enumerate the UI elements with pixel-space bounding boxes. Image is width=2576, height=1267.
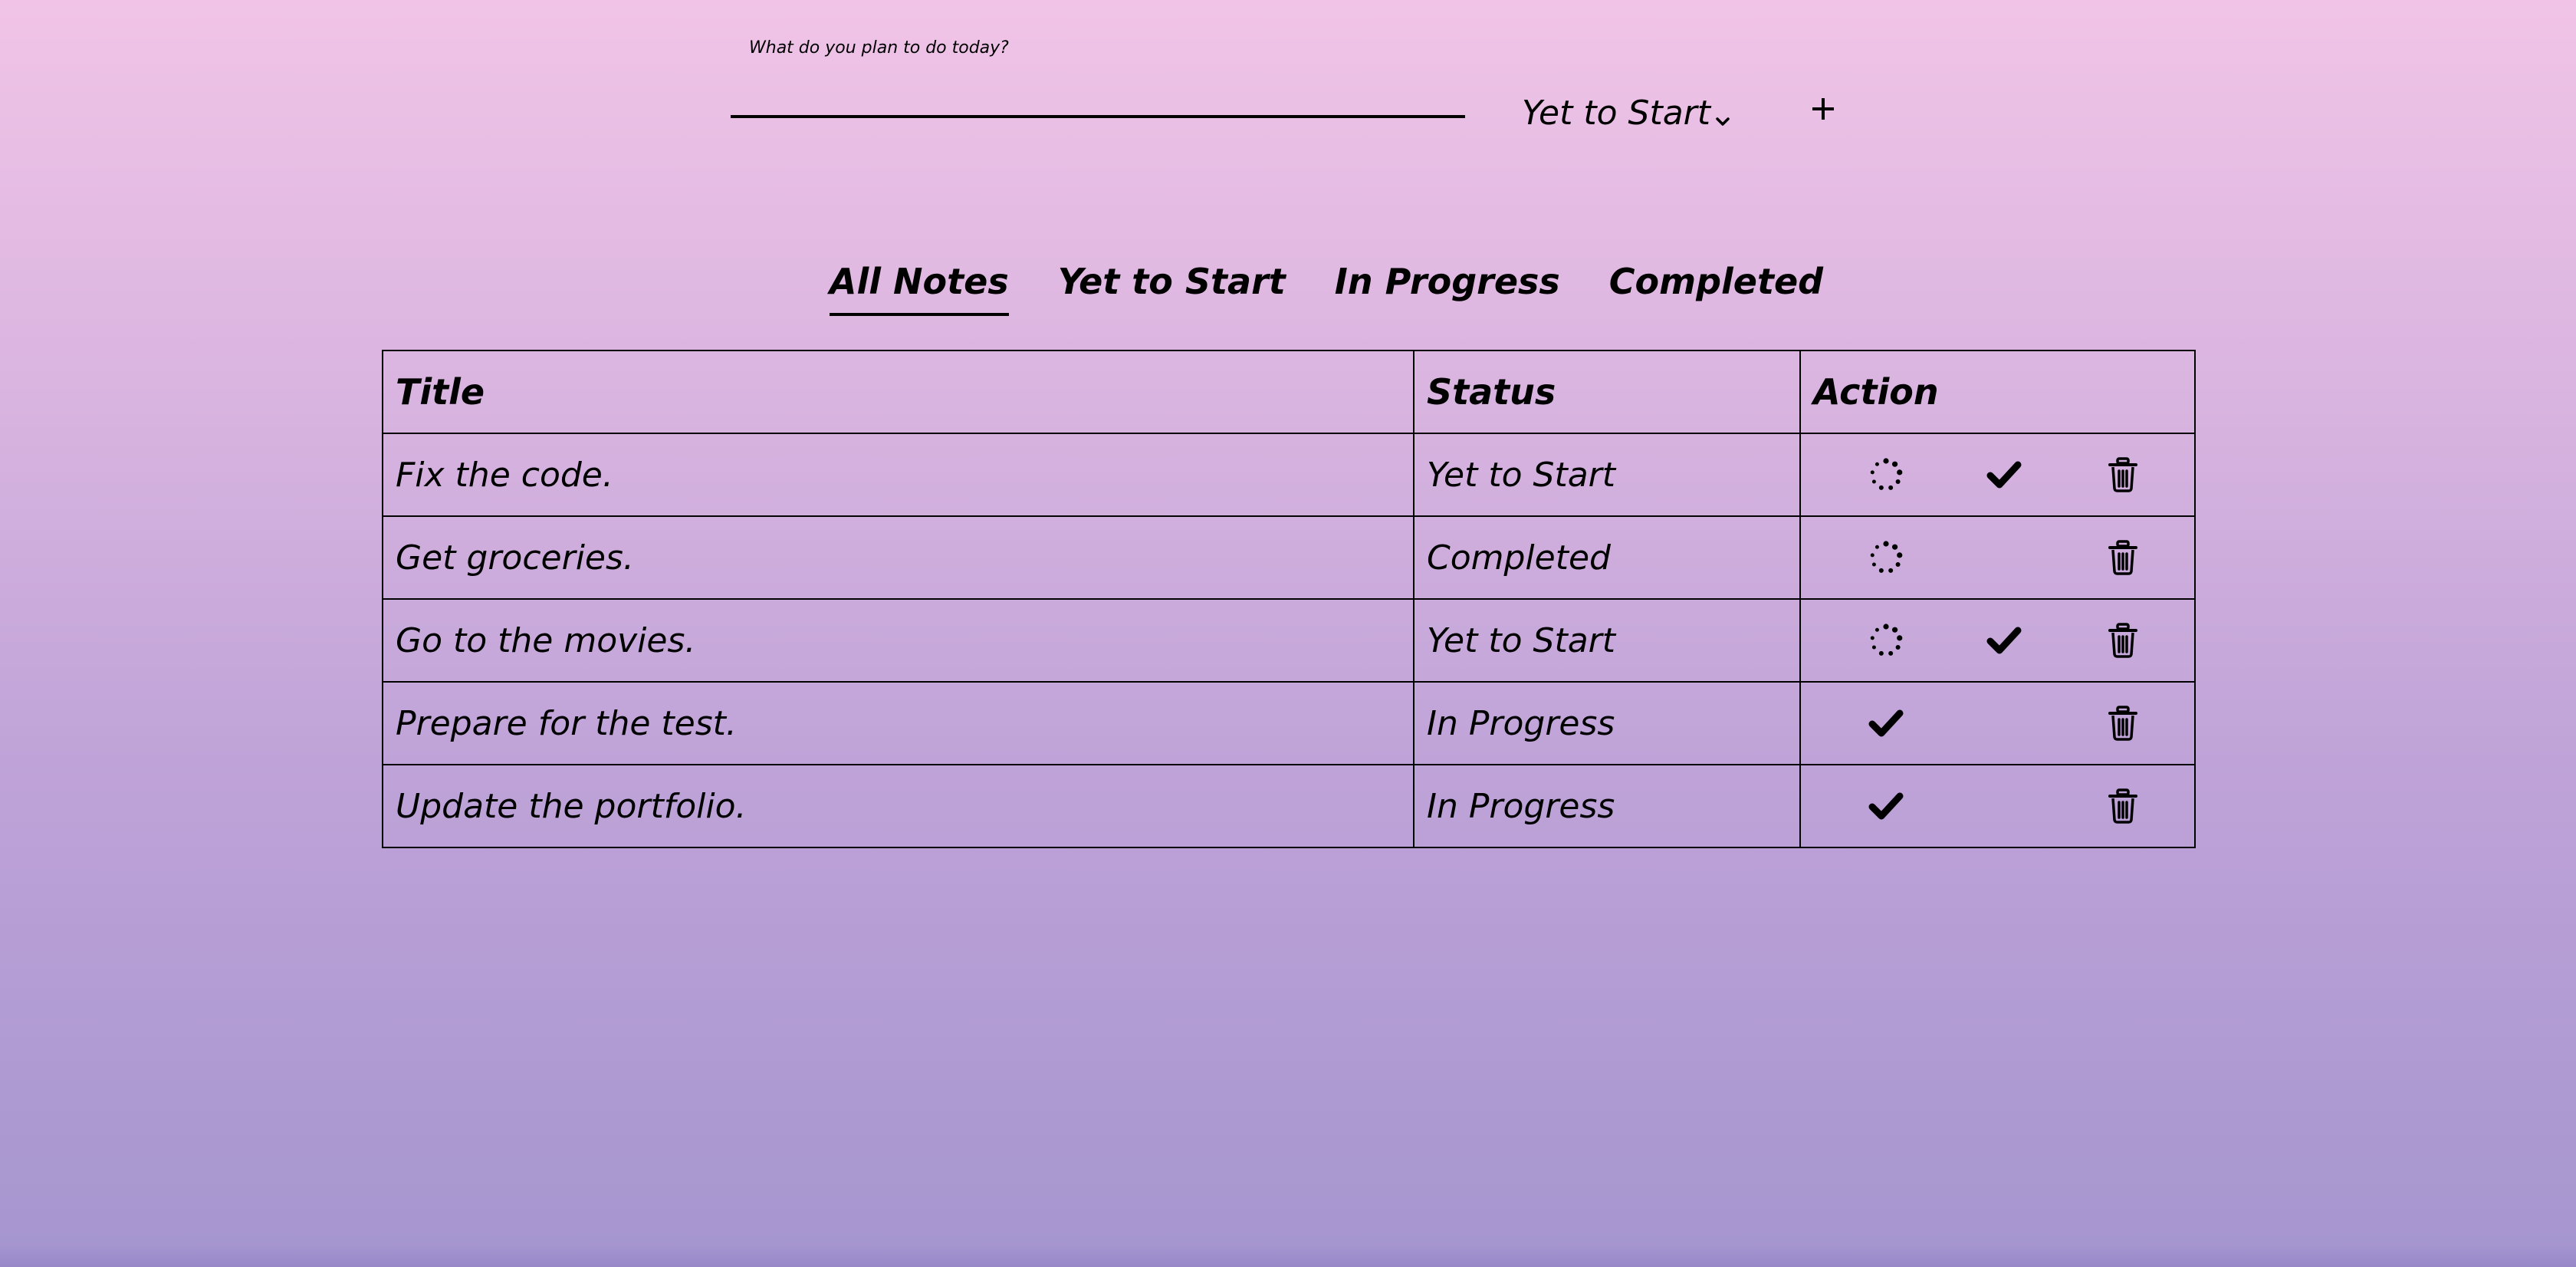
action-slot: [1827, 448, 1945, 502]
note-title-cell: Get groceries.: [382, 515, 1414, 600]
action-slot: [1827, 779, 1945, 833]
filter-tabs: All Notes Yet to Start In Progress Compl…: [0, 261, 2576, 316]
note-actions-cell: [1799, 515, 2196, 600]
notes-table-body: Fix the code. Yet to Start Get groceries. C…: [382, 433, 2196, 848]
in-progress-icon: [1868, 539, 1904, 576]
note-status-cell: Yet to Start: [1413, 433, 1801, 517]
trash-icon: [2108, 540, 2138, 575]
mark-in-progress-button[interactable]: [1863, 452, 1909, 498]
check-icon: [1868, 791, 1904, 821]
delete-note-button[interactable]: [2100, 452, 2146, 498]
status-dropdown-value: Yet to Start: [1522, 94, 1710, 133]
action-slot: [1945, 448, 2063, 502]
note-title-cell: Update the portfolio.: [382, 764, 1414, 848]
in-progress-icon: [1868, 456, 1904, 493]
trash-icon: [2108, 623, 2138, 658]
add-note-form: What do you plan to do today? Yet to Sta…: [731, 0, 1842, 146]
note-actions-cell: [1799, 433, 2196, 517]
table-row: Prepare for the test. In Progress: [382, 681, 2196, 765]
table-row: Go to the movies. Yet to Start: [382, 598, 2196, 683]
note-title-cell: Prepare for the test.: [382, 681, 1414, 765]
table-row: Update the portfolio. In Progress: [382, 764, 2196, 848]
note-input-label: What do you plan to do today?: [749, 38, 1009, 58]
trash-icon: [2108, 788, 2138, 824]
action-slot: [2064, 779, 2182, 833]
note-status-cell: In Progress: [1413, 764, 1801, 848]
note-actions-cell: [1799, 598, 2196, 683]
title-column-header: Title: [382, 350, 1414, 434]
action-slot: [2064, 614, 2182, 667]
note-title-cell: Fix the code.: [382, 433, 1414, 517]
status-dropdown[interactable]: Yet to Start: [1522, 90, 1730, 136]
mark-completed-button[interactable]: [1863, 700, 1909, 746]
delete-note-button[interactable]: [2100, 617, 2146, 663]
action-slot: [2064, 696, 2182, 750]
tab-completed[interactable]: Completed: [1609, 261, 1823, 316]
action-slot: [1945, 614, 2063, 667]
action-group: [1813, 600, 2182, 681]
action-slot: [1945, 531, 2063, 584]
action-group: [1813, 517, 2182, 598]
tab-all-notes[interactable]: All Notes: [829, 261, 1009, 316]
action-slot: [2064, 448, 2182, 502]
action-group: [1813, 683, 2182, 764]
note-status-cell: In Progress: [1413, 681, 1801, 765]
table-row: Get groceries. Completed: [382, 515, 2196, 600]
action-slot: [1945, 779, 2063, 833]
chevron-down-icon: [1715, 97, 1730, 136]
status-column-header: Status: [1413, 350, 1801, 434]
mark-in-progress-button[interactable]: [1863, 617, 1909, 663]
tab-yet-to-start[interactable]: Yet to Start: [1058, 261, 1286, 316]
delete-note-button[interactable]: [2100, 535, 2146, 581]
table-row: Fix the code. Yet to Start: [382, 433, 2196, 517]
action-slot: [1827, 531, 1945, 584]
mark-completed-button[interactable]: [1981, 452, 2027, 498]
action-group: [1813, 765, 2182, 847]
delete-note-button[interactable]: [2100, 783, 2146, 829]
plus-icon: [1812, 98, 1834, 120]
note-actions-cell: [1799, 764, 2196, 848]
table-header-row: Title Status Action: [382, 350, 2196, 434]
check-icon: [1986, 625, 2022, 656]
mark-completed-button[interactable]: [1863, 783, 1909, 829]
action-group: [1813, 434, 2182, 515]
add-note-button[interactable]: [1800, 86, 1846, 132]
action-slot: [1827, 696, 1945, 750]
trash-icon: [2108, 457, 2138, 492]
check-icon: [1868, 708, 1904, 739]
note-status-cell: Completed: [1413, 515, 1801, 600]
note-title-input[interactable]: [731, 69, 1465, 118]
in-progress-icon: [1868, 622, 1904, 659]
action-slot: [1945, 696, 2063, 750]
window-bottom-edge: [0, 1244, 2576, 1267]
note-title-cell: Go to the movies.: [382, 598, 1414, 683]
mark-completed-button[interactable]: [1981, 617, 2027, 663]
action-slot: [2064, 531, 2182, 584]
note-actions-cell: [1799, 681, 2196, 765]
action-slot: [1827, 614, 1945, 667]
mark-in-progress-button[interactable]: [1863, 535, 1909, 581]
tab-in-progress[interactable]: In Progress: [1335, 261, 1560, 316]
delete-note-button[interactable]: [2100, 700, 2146, 746]
note-status-cell: Yet to Start: [1413, 598, 1801, 683]
check-icon: [1986, 459, 2022, 490]
action-column-header: Action: [1799, 350, 2196, 434]
notes-table: Title Status Action Fix the code. Yet to …: [382, 350, 2196, 848]
trash-icon: [2108, 706, 2138, 741]
